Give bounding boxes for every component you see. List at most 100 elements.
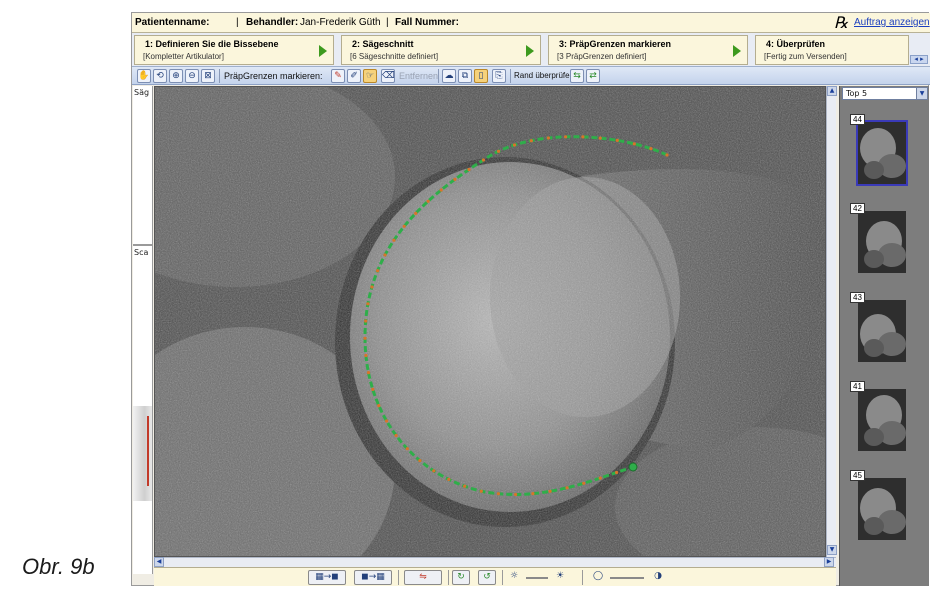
zoom-out-icon[interactable]: ⊖ (185, 69, 199, 83)
margin-point[interactable] (366, 371, 371, 375)
margin-end-point[interactable] (628, 462, 638, 472)
margin-point[interactable] (514, 492, 518, 497)
edit-point-icon[interactable]: ✐ (347, 69, 361, 83)
margin-point[interactable] (496, 492, 500, 496)
scroll-right-icon[interactable]: ▶ (824, 557, 834, 567)
zoom-in-icon[interactable]: ⊕ (169, 69, 183, 83)
margin-check-next-icon[interactable]: ⇄ (586, 69, 600, 83)
margin-point[interactable] (481, 158, 486, 162)
top-teeth-select[interactable]: Top 5 ▼ (842, 87, 928, 100)
margin-point[interactable] (363, 336, 367, 340)
margin-point[interactable] (402, 224, 406, 228)
tooth-number-label: 44 (850, 114, 865, 125)
steps-scroll-arrows[interactable]: ◂ ▸ (910, 55, 928, 64)
margin-point[interactable] (479, 489, 483, 493)
margin-point[interactable] (598, 476, 602, 480)
margin-point[interactable] (615, 138, 619, 142)
step-define-bite-plane[interactable]: 1: Definieren Sie die Bissebene [Komplet… (134, 35, 334, 65)
tooth-thumbnail[interactable] (858, 211, 906, 273)
tooth-thumbnail[interactable] (858, 300, 906, 362)
tooth-viewport[interactable] (154, 86, 826, 557)
margin-point[interactable] (376, 269, 380, 273)
model-next-icon[interactable]: ▦→◼ (308, 570, 346, 585)
app-window: Patientenname: | Behandler: Jan-Frederik… (131, 12, 930, 586)
scroll-up-icon[interactable]: ▲ (827, 86, 837, 96)
margin-point[interactable] (615, 470, 619, 475)
margin-point[interactable] (531, 492, 535, 496)
margin-point[interactable] (632, 142, 636, 146)
pencil-icon[interactable]: ✎ (331, 69, 345, 83)
margin-point[interactable] (453, 177, 457, 181)
brightness-slider[interactable] (526, 577, 548, 579)
margin-point[interactable] (385, 419, 389, 423)
step-mark-prep-margins[interactable]: 3: PräpGrenzen markieren [3 PräpGrenzen … (548, 35, 748, 65)
figure-caption: Obr. 9b (22, 554, 95, 579)
margin-point[interactable] (548, 489, 552, 493)
step-review[interactable]: 4: Überprüfen [Fertig zum Versenden] (755, 35, 909, 65)
margin-point[interactable] (581, 135, 585, 139)
remove-button[interactable]: Entfernen (399, 71, 438, 81)
copy-icon[interactable]: ⧉ (458, 69, 472, 83)
margin-point[interactable] (405, 447, 409, 451)
margin-point[interactable] (564, 135, 568, 139)
eraser-icon[interactable]: ⌫ (381, 69, 395, 83)
margin-point[interactable] (371, 387, 375, 391)
margin-point[interactable] (512, 143, 517, 147)
margin-point[interactable] (394, 433, 398, 438)
contrast-high-icon[interactable]: ◑ (650, 570, 666, 585)
margin-check-prev-icon[interactable]: ⇆ (570, 69, 584, 83)
tooth-scan-view[interactable] (155, 87, 826, 557)
tooth-thumbnail[interactable] (856, 120, 908, 186)
margin-point[interactable] (377, 404, 381, 408)
cloud-icon[interactable]: ☁ (442, 69, 456, 83)
fit-view-icon[interactable]: ⊠ (201, 69, 215, 83)
contrast-slider[interactable] (610, 577, 644, 579)
margin-point[interactable] (529, 139, 533, 143)
step-title: 1: Definieren Sie die Bissebene (145, 39, 279, 49)
main-toolbar: ✋ ⟲ ⊕ ⊖ ⊠ PräpGrenzen markieren: ✎ ✐ ☞ ⌫… (132, 67, 930, 85)
margin-point[interactable] (383, 253, 387, 257)
margin-point[interactable] (418, 459, 422, 463)
margin-point[interactable] (598, 136, 602, 140)
toggle-view-icon[interactable]: ⇋ (404, 570, 442, 585)
margin-point[interactable] (414, 211, 418, 215)
margin-point[interactable] (463, 484, 467, 488)
scroll-left-icon[interactable]: ◀ (154, 557, 164, 567)
margin-point[interactable] (467, 167, 471, 172)
margin-point[interactable] (364, 353, 368, 358)
select-point-icon[interactable]: ☞ (363, 69, 377, 83)
hand-icon[interactable]: ✋ (137, 69, 151, 83)
margin-point[interactable] (366, 302, 370, 306)
rotate-icon[interactable]: ⟲ (153, 69, 167, 83)
brightness-high-icon[interactable]: ☀ (552, 570, 568, 585)
margin-point[interactable] (546, 136, 550, 140)
tooth-thumbnail[interactable] (858, 389, 906, 451)
tooth-thumbnail[interactable] (858, 478, 906, 540)
case-number-label: Fall Nummer: (395, 17, 459, 28)
margin-point[interactable] (432, 469, 436, 473)
paste-icon[interactable]: ⎘ (492, 69, 506, 83)
note-icon[interactable]: ▯ (474, 69, 488, 83)
margin-point[interactable] (426, 199, 430, 203)
rotate-90-back-icon[interactable]: ↺ (478, 570, 496, 585)
vertical-scrollbar[interactable]: ▲ ▼ (826, 86, 837, 557)
horizontal-scrollbar[interactable]: ◀ ▶ (154, 557, 836, 567)
margin-point[interactable] (439, 188, 443, 192)
margin-point[interactable] (447, 477, 451, 481)
rotate-90-icon[interactable]: ↻ (452, 570, 470, 585)
contrast-low-icon[interactable]: ◯ (590, 570, 606, 585)
margin-point[interactable] (370, 285, 374, 289)
margin-point[interactable] (582, 481, 586, 485)
chevron-down-icon[interactable]: ▼ (916, 88, 927, 99)
margin-point[interactable] (496, 149, 501, 153)
margin-point[interactable] (364, 319, 368, 323)
model-prev-icon[interactable]: ◼→▦ (354, 570, 392, 585)
show-order-link[interactable]: Auftrag anzeigen (854, 17, 930, 28)
brightness-low-icon[interactable]: ☼ (506, 570, 522, 585)
step-saw-cut[interactable]: 2: Sägeschnitt [6 Sägeschnitte definiert… (341, 35, 541, 65)
margin-point[interactable] (665, 153, 669, 157)
margin-point[interactable] (392, 238, 396, 242)
scroll-down-icon[interactable]: ▼ (827, 545, 837, 555)
margin-point[interactable] (649, 147, 653, 151)
margin-point[interactable] (565, 486, 569, 490)
